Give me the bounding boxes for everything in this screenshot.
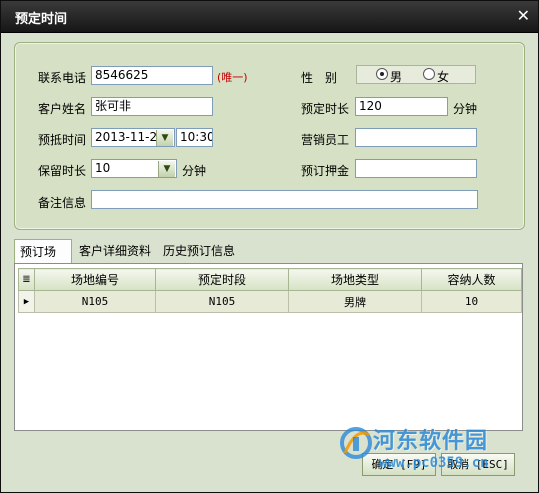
table-row[interactable]: ▶ N105 N105 男牌 10 [18,290,522,313]
arrive-label: 预抵时间 [38,133,87,147]
chevron-down-icon[interactable]: ▼ [158,161,175,177]
name-label: 客户姓名 [38,102,87,116]
gender-radio-group: 男 女 [356,65,476,84]
hold-select[interactable]: 10 ▼ [91,159,177,178]
table-cell[interactable]: N105 [34,290,156,313]
column-header[interactable]: 预定时段 [155,268,289,291]
table-cell[interactable]: 10 [421,290,522,313]
gender-male-label[interactable]: 男 [390,68,402,85]
duration-input[interactable]: 120 [355,97,448,116]
title-bar[interactable]: 预定时间 ✕ [1,1,538,33]
unique-note: (唯一) [217,71,248,84]
gender-label: 性 别 [301,71,338,85]
hold-label: 保留时长 [38,164,87,178]
deposit-input[interactable] [355,159,477,178]
table-cell[interactable]: N105 [155,290,289,313]
gender-female-radio[interactable] [423,68,435,80]
column-header[interactable]: 容纳人数 [421,268,522,291]
chevron-down-icon[interactable]: ▼ [156,130,173,146]
hold-value: 10 [95,161,111,175]
tab-venue[interactable]: 预订场地 [14,239,72,283]
table-cell[interactable]: 男牌 [288,290,422,313]
tab-customer-details[interactable]: 客户详细资料 [74,239,156,263]
gender-female-label[interactable]: 女 [437,68,449,85]
tab-history[interactable]: 历史预订信息 [158,239,242,263]
window-title: 预定时间 [15,12,68,27]
gender-male-radio[interactable] [376,68,388,80]
phone-label: 联系电话 [38,71,87,85]
cancel-button[interactable]: 取消 [ESC] [441,453,515,476]
sales-input[interactable] [355,128,477,147]
phone-input[interactable]: 8546625 [91,66,213,85]
deposit-label: 预订押金 [301,164,350,178]
remark-input[interactable] [91,190,478,209]
duration-label: 预定时长 [301,102,350,116]
row-indicator-icon: ▶ [18,290,35,313]
reservation-dialog: 预定时间 ✕ 联系电话 8546625 (唯一) 客户姓名 张可非 预抵时间 2… [0,0,539,493]
remark-label: 备注信息 [38,196,87,210]
arrive-date-value: 2013-11-26 [95,130,165,144]
column-header[interactable]: 场地编号 [34,268,156,291]
table-header-row: ≣ 场地编号 预定时段 场地类型 容纳人数 [18,268,522,291]
arrive-date-picker[interactable]: 2013-11-26 ▼ [91,128,175,147]
arrive-time-input[interactable]: 10:30 [176,128,213,147]
venue-grid: ≣ 场地编号 预定时段 场地类型 容纳人数 ▶ N105 N105 男牌 10 [14,263,523,431]
column-header[interactable]: 场地类型 [288,268,422,291]
sales-label: 营销员工 [301,133,350,147]
ok-button[interactable]: 确定 [F9] [362,453,436,476]
close-icon[interactable]: ✕ [517,6,530,25]
duration-unit: 分钟 [453,102,478,116]
hold-unit: 分钟 [182,164,207,178]
name-input[interactable]: 张可非 [91,97,213,116]
reservation-form: 联系电话 8546625 (唯一) 客户姓名 张可非 预抵时间 2013-11-… [14,42,525,230]
venue-table: ≣ 场地编号 预定时段 场地类型 容纳人数 ▶ N105 N105 男牌 10 [18,268,522,313]
column-chooser-icon[interactable]: ≣ [18,268,35,291]
